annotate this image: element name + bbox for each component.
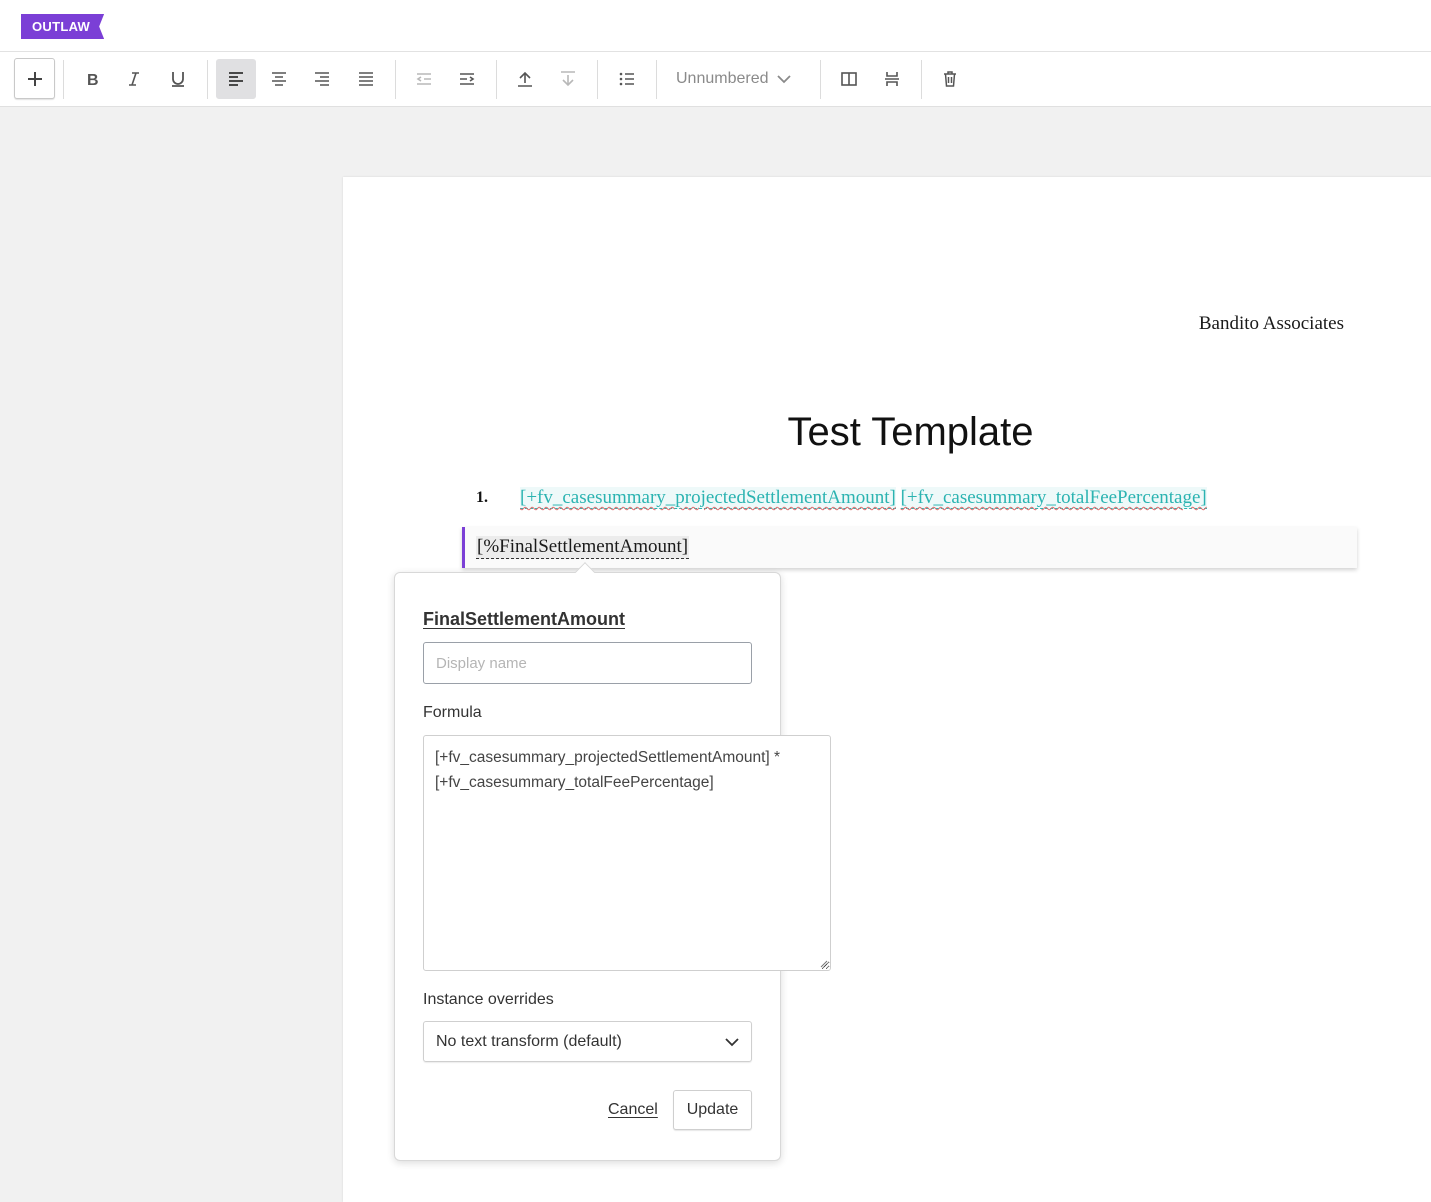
display-name-input[interactable] <box>423 642 752 684</box>
indent-icon <box>460 73 475 85</box>
outdent-icon <box>416 73 431 85</box>
justify-button[interactable] <box>346 59 386 99</box>
underline-button[interactable] <box>158 59 198 99</box>
toolbar-divider <box>63 60 64 99</box>
list-button[interactable] <box>607 59 647 99</box>
svg-text:B: B <box>87 72 99 87</box>
cancel-button[interactable]: Cancel <box>608 1101 658 1119</box>
formula-line: [+fv_casesummary_projectedSettlementAmou… <box>435 749 781 766</box>
formula-field-token[interactable]: [%FinalSettlementAmount] <box>476 536 690 559</box>
toolbar-divider <box>656 60 657 99</box>
align-center-icon <box>272 72 286 86</box>
resize-handle-icon[interactable] <box>818 958 828 968</box>
italic-button[interactable] <box>114 59 154 99</box>
numbering-select-value: Unnumbered <box>676 70 769 87</box>
page-break-icon <box>885 72 899 86</box>
bulleted-list-icon <box>619 72 634 86</box>
align-right-button[interactable] <box>302 59 342 99</box>
plus-icon <box>27 71 42 86</box>
align-left-icon <box>229 72 243 86</box>
add-block-button[interactable] <box>14 58 55 99</box>
trash-icon <box>944 71 956 87</box>
popover-title[interactable]: FinalSettlementAmount <box>423 609 625 630</box>
formula-textarea[interactable]: [+fv_casesummary_projectedSettlementAmou… <box>423 735 831 971</box>
chevron-down-icon <box>776 75 791 84</box>
formula-label: Formula <box>423 704 482 721</box>
list-item[interactable]: [+fv_casesummary_projectedSettlementAmou… <box>520 487 1207 509</box>
align-center-button[interactable] <box>259 59 299 99</box>
toolbar-divider <box>496 60 497 99</box>
selected-formula-block[interactable]: [%FinalSettlementAmount] <box>462 527 1357 568</box>
delete-button[interactable] <box>930 59 970 99</box>
arrow-up-icon <box>518 71 532 87</box>
toolbar-divider <box>921 60 922 99</box>
toolbar-divider <box>597 60 598 99</box>
formula-line: [+fv_casesummary_totalFeePercentage] <box>435 774 714 791</box>
move-down-button[interactable] <box>548 59 588 99</box>
formula-edit-popover: FinalSettlementAmount Formula [+fv_cases… <box>394 562 831 1161</box>
variable-token[interactable]: [+fv_casesummary_projectedSettlementAmou… <box>520 487 896 509</box>
top-bar: OUTLAW <box>0 0 1431 52</box>
variable-token[interactable]: [+fv_casesummary_totalFeePercentage] <box>900 487 1207 509</box>
align-left-button[interactable] <box>216 59 256 99</box>
editor-toolbar: B Unnumbered <box>0 52 1431 107</box>
bold-icon: B <box>87 72 99 87</box>
toolbar-divider <box>207 60 208 99</box>
align-right-icon <box>315 72 329 86</box>
page-break-button[interactable] <box>872 59 912 99</box>
column-layout-button[interactable] <box>829 59 869 99</box>
chevron-down-icon <box>725 1037 739 1046</box>
arrow-down-icon <box>561 71 575 87</box>
bold-button[interactable]: B <box>72 59 112 99</box>
italic-icon <box>129 72 139 86</box>
text-transform-value: No text transform (default) <box>436 1032 622 1050</box>
toolbar-divider <box>395 60 396 99</box>
document-title[interactable]: Test Template <box>343 410 1431 455</box>
justify-icon <box>359 72 373 86</box>
underline-icon <box>172 72 184 87</box>
instance-overrides-label: Instance overrides <box>423 991 554 1008</box>
toolbar-divider <box>820 60 821 99</box>
move-up-button[interactable] <box>505 59 545 99</box>
numbering-select[interactable]: Unnumbered <box>676 59 791 99</box>
columns-icon <box>841 72 857 86</box>
indent-button[interactable] <box>447 59 487 99</box>
update-button[interactable]: Update <box>673 1090 752 1130</box>
list-item-number: 1. <box>476 489 488 506</box>
outdent-button[interactable] <box>404 59 444 99</box>
firm-name[interactable]: Bandito Associates <box>1199 313 1344 335</box>
text-transform-select[interactable]: No text transform (default) <box>423 1021 752 1062</box>
outlaw-logo[interactable]: OUTLAW <box>21 14 105 39</box>
